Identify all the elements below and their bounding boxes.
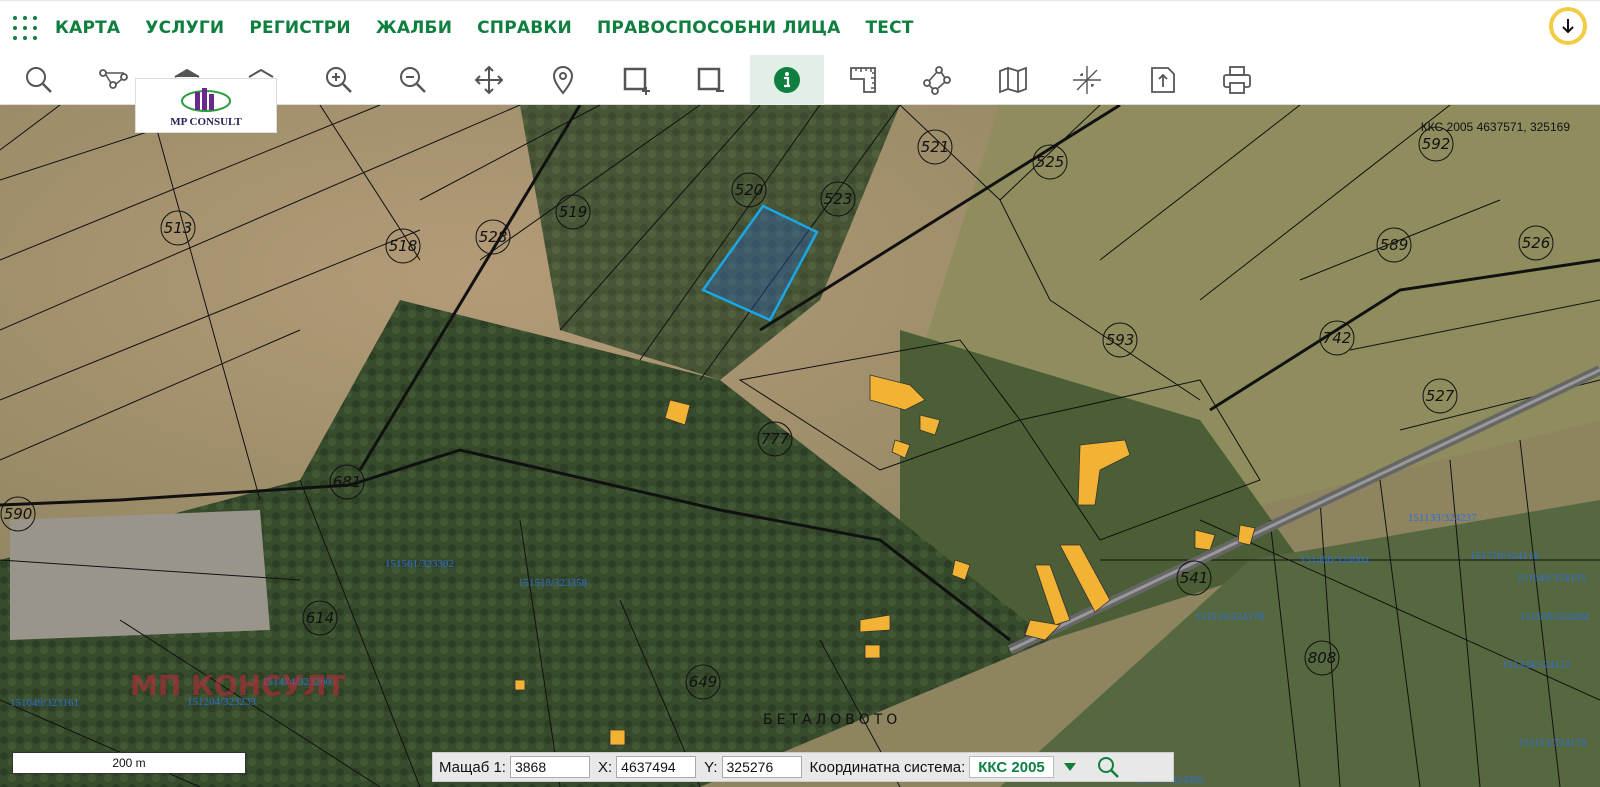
place-name: БЕТАЛОВОТО bbox=[763, 712, 901, 728]
main-menu: КАРТА УСЛУГИ РЕГИСТРИ ЖАЛБИ СПРАВКИ ПРАВ… bbox=[55, 18, 939, 38]
coord-label: 151649/324135 bbox=[1517, 572, 1587, 584]
parcel-number: 520 bbox=[735, 181, 764, 199]
locate-coordinate-button[interactable] bbox=[1096, 755, 1120, 779]
menu-item-complaints[interactable]: ЖАЛБИ bbox=[376, 18, 452, 38]
logo-mark-icon bbox=[181, 87, 231, 112]
menu-item-qualified-persons[interactable]: ПРАВОСПОСОБНИ ЛИЦА bbox=[597, 18, 841, 38]
select-remove-icon bbox=[697, 67, 724, 92]
coordinate-system-select[interactable]: ККС 2005 bbox=[969, 756, 1054, 778]
watermark-text: МП КОНСУЛТ bbox=[130, 669, 346, 702]
parcel-number: 528 bbox=[479, 228, 508, 246]
scale-input[interactable] bbox=[509, 756, 590, 778]
info-icon bbox=[774, 67, 800, 93]
map-tool[interactable] bbox=[976, 55, 1050, 105]
chevron-down-icon[interactable] bbox=[1063, 763, 1076, 771]
search-icon bbox=[1097, 757, 1119, 778]
pan-tool[interactable] bbox=[452, 55, 526, 105]
parcel-number: 518 bbox=[389, 237, 418, 255]
x-coordinate-input[interactable] bbox=[616, 756, 697, 778]
zoom-out-icon bbox=[400, 67, 426, 93]
parcel-number: 526 bbox=[1522, 234, 1551, 252]
menu-item-map[interactable]: КАРТА bbox=[55, 18, 120, 38]
search-icon bbox=[26, 67, 52, 93]
parcel-number: 649 bbox=[689, 673, 718, 691]
map-icon bbox=[999, 66, 1027, 94]
parcel-number: 513 bbox=[164, 219, 193, 237]
parcel-number: 742 bbox=[1323, 329, 1352, 347]
parcel-number: 777 bbox=[761, 430, 790, 448]
map-status-panel: Мащаб 1: X: Y: Координатна система: ККС … bbox=[432, 752, 1174, 782]
info-tool[interactable] bbox=[750, 55, 824, 105]
coordinate-system-label: Координатна система: bbox=[809, 758, 966, 776]
download-button[interactable] bbox=[1549, 7, 1587, 45]
map-svg: 513 518 528 519 520 523 521 525 592 589 … bbox=[0, 105, 1600, 787]
measure-tool[interactable] bbox=[826, 55, 900, 105]
export-tool[interactable] bbox=[1126, 55, 1200, 105]
menu-item-services[interactable]: УСЛУГИ bbox=[145, 18, 224, 38]
print-tool[interactable] bbox=[1200, 55, 1274, 105]
parcel-number: 521 bbox=[921, 138, 950, 156]
parcel-number: 593 bbox=[1106, 331, 1135, 349]
coord-label: 151561/323302 bbox=[385, 558, 454, 570]
coord-label: 151113/324178 bbox=[1518, 737, 1587, 749]
zoom-out-tool[interactable] bbox=[376, 55, 450, 105]
top-navigation: КАРТА УСЛУГИ РЕГИСТРИ ЖАЛБИ СПРАВКИ ПРАВ… bbox=[0, 0, 1600, 55]
y-label: Y: bbox=[704, 758, 718, 776]
scale-bar: 200 m bbox=[12, 752, 246, 774]
pan-icon bbox=[474, 65, 504, 95]
parcel-number: 808 bbox=[1308, 649, 1337, 667]
apps-grid-icon[interactable] bbox=[11, 14, 39, 42]
select-remove-tool[interactable] bbox=[674, 55, 748, 105]
coord-label: 151519/324178 bbox=[1195, 611, 1265, 623]
measure-icon bbox=[850, 67, 876, 93]
parcel-number: 519 bbox=[559, 203, 588, 221]
export-icon bbox=[1151, 67, 1175, 93]
zoom-in-tool[interactable] bbox=[302, 55, 376, 105]
select-add-icon bbox=[623, 67, 650, 95]
polyline-tool[interactable] bbox=[900, 55, 974, 105]
coord-label: 151518/323358 bbox=[518, 577, 588, 589]
menu-item-test[interactable]: ТЕСТ bbox=[865, 18, 913, 38]
cursor-coordinate-readout: ККС 2005 4637571, 325169 bbox=[1420, 120, 1570, 134]
menu-item-registers[interactable]: РЕГИСТРИ bbox=[249, 18, 351, 38]
pin-icon bbox=[552, 66, 574, 95]
search-tool[interactable] bbox=[2, 55, 76, 105]
print-icon bbox=[1223, 66, 1251, 94]
scale-label: Мащаб 1: bbox=[439, 758, 506, 776]
parcel-number: 592 bbox=[1422, 135, 1451, 153]
y-coordinate-input[interactable] bbox=[721, 756, 802, 778]
menu-item-references[interactable]: СПРАВКИ bbox=[477, 18, 572, 38]
parcel-number: 681 bbox=[333, 473, 362, 491]
parcel-number: 614 bbox=[306, 609, 335, 627]
parcel-number: 589 bbox=[1380, 236, 1409, 254]
parcel-number: 527 bbox=[1426, 387, 1455, 405]
zoom-in-icon bbox=[326, 67, 352, 93]
parcel-number: 590 bbox=[4, 505, 33, 523]
crosshair-icon bbox=[1073, 66, 1101, 94]
coord-label: 151466/324004 bbox=[1300, 554, 1370, 566]
company-logo: MP CONSULT bbox=[135, 78, 277, 133]
coord-label: 151639/324284 bbox=[1520, 611, 1590, 623]
parcel-number: 523 bbox=[824, 190, 853, 208]
coord-label: 151710/324116 bbox=[1470, 550, 1539, 562]
arrow-down-icon bbox=[1562, 19, 1574, 34]
logo-text: MP CONSULT bbox=[170, 115, 242, 128]
pin-tool[interactable] bbox=[526, 55, 600, 105]
select-add-tool[interactable] bbox=[600, 55, 674, 105]
coord-label: 151328/324127 bbox=[1502, 659, 1572, 671]
coord-label: 151133/324237 bbox=[1408, 512, 1477, 524]
x-label: X: bbox=[597, 758, 613, 776]
map-canvas[interactable]: 513 518 528 519 520 523 521 525 592 589 … bbox=[0, 105, 1600, 787]
parcel-number: 525 bbox=[1036, 153, 1065, 171]
crosshair-tool[interactable] bbox=[1050, 55, 1124, 105]
polyline-icon bbox=[923, 66, 951, 95]
route-icon bbox=[99, 69, 128, 89]
coord-label: 151049/323161 bbox=[10, 697, 79, 709]
parcel-number: 541 bbox=[1180, 569, 1209, 587]
